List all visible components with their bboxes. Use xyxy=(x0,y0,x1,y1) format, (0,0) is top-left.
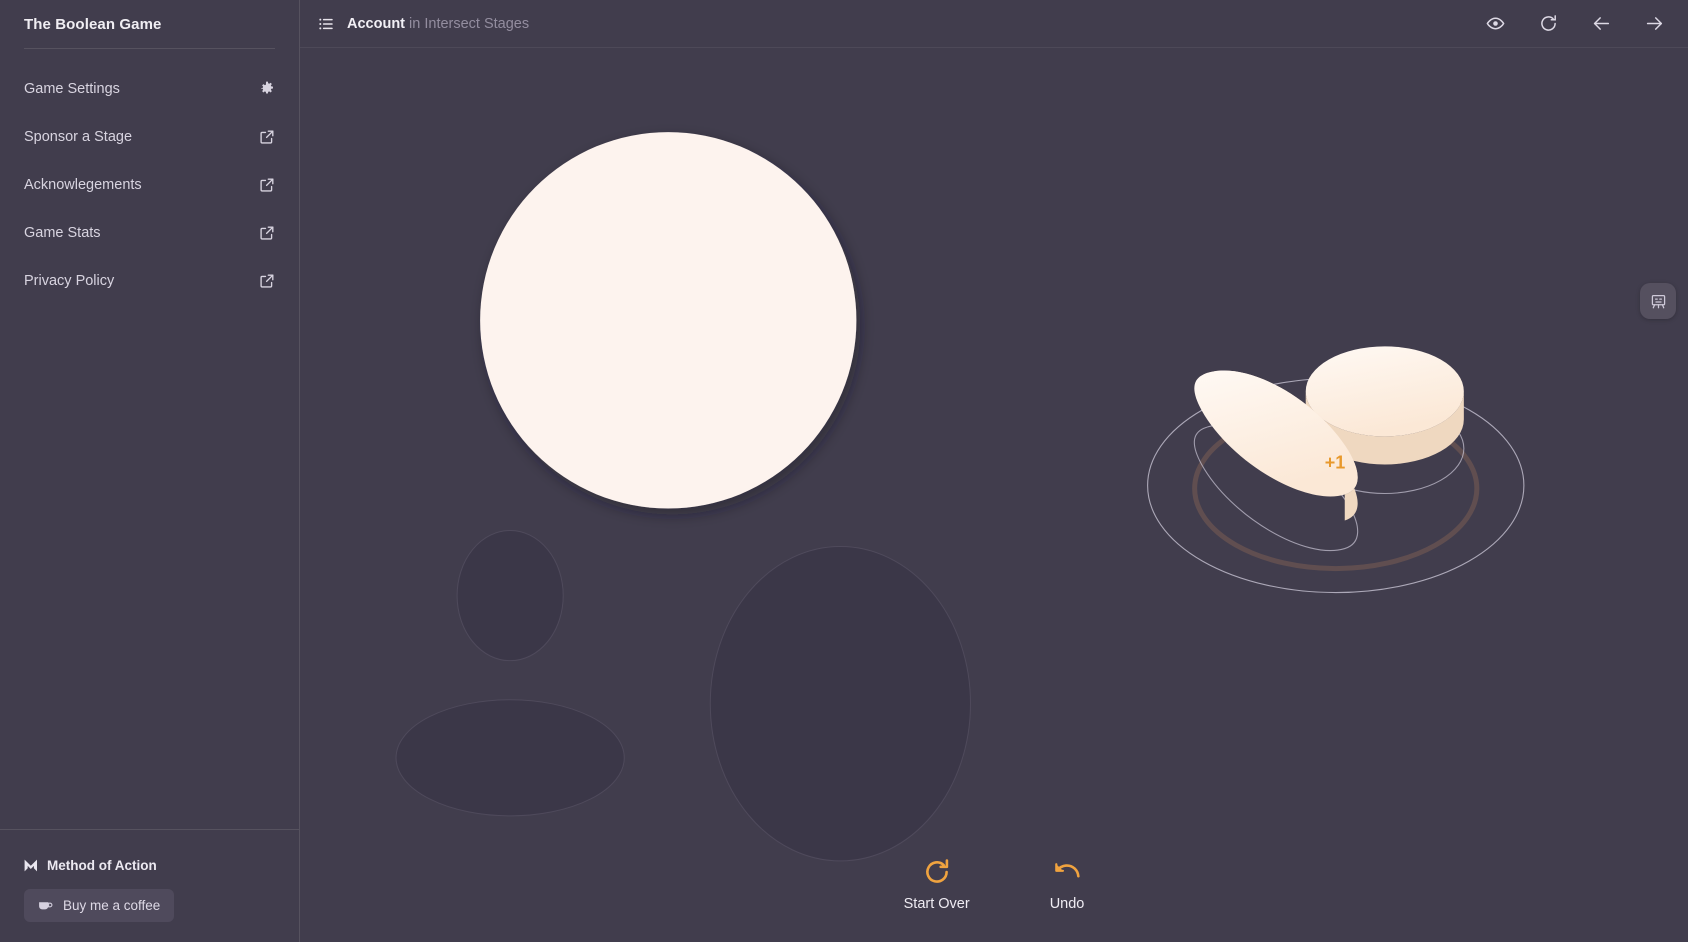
preview-button[interactable] xyxy=(1485,14,1505,34)
external-link-icon xyxy=(259,177,275,193)
undo-arrow-icon xyxy=(1052,857,1082,887)
sidebar: The Boolean Game Game Settings Sponsor a… xyxy=(0,0,300,942)
sidebar-item-label: Acknowlegements xyxy=(24,177,142,193)
operand-small-circle[interactable] xyxy=(456,530,564,662)
buy-me-a-coffee-button[interactable]: Buy me a coffee xyxy=(24,889,175,922)
external-link-icon xyxy=(259,273,275,289)
stage-context: in Intersect Stages xyxy=(409,15,530,32)
sidebar-item-privacy-policy[interactable]: Privacy Policy xyxy=(24,257,275,305)
method-of-action-logo-icon xyxy=(24,859,39,872)
external-link-icon xyxy=(259,225,275,241)
preview-disc-top xyxy=(1305,346,1464,437)
breadcrumb-text: Account in Intersect Stages xyxy=(347,16,529,32)
sidebar-item-label: Game Stats xyxy=(24,225,101,241)
sidebar-item-game-settings[interactable]: Game Settings xyxy=(24,65,275,113)
gear-icon xyxy=(259,81,275,97)
operand-shapes xyxy=(395,530,971,862)
score-badge: +1 xyxy=(1325,452,1346,472)
main-panel: Account in Intersect Stages +1 Start Ove… xyxy=(300,0,1688,942)
sidebar-item-game-stats[interactable]: Game Stats xyxy=(24,209,275,257)
topbar-actions xyxy=(1485,14,1670,34)
start-over-label: Start Over xyxy=(903,896,970,912)
method-of-action-brand[interactable]: Method of Action xyxy=(24,858,275,873)
stage-graphics: +1 xyxy=(395,132,1525,862)
arrow-left-icon xyxy=(1592,14,1611,33)
sidebar-item-label: Game Settings xyxy=(24,81,120,97)
undo-button[interactable]: Undo xyxy=(1044,855,1091,914)
sidebar-item-sponsor-a-stage[interactable]: Sponsor a Stage xyxy=(24,113,275,161)
method-of-action-label: Method of Action xyxy=(47,858,157,873)
sidebar-divider xyxy=(24,48,275,49)
sidebar-nav: Game Settings Sponsor a Stage Acknowlege… xyxy=(0,65,299,305)
robot-icon xyxy=(1649,292,1668,311)
assistant-button[interactable] xyxy=(1640,283,1676,319)
sidebar-header: The Boolean Game xyxy=(0,0,299,65)
arrow-right-icon xyxy=(1645,14,1664,33)
result-preview[interactable]: +1 xyxy=(1147,346,1525,594)
stage-canvas[interactable]: +1 Start Over Undo xyxy=(300,48,1688,942)
app-title: The Boolean Game xyxy=(24,15,162,33)
sidebar-item-acknowlegements[interactable]: Acknowlegements xyxy=(24,161,275,209)
list-icon[interactable] xyxy=(318,16,334,32)
operand-large-circle[interactable] xyxy=(709,546,971,862)
app-root: The Boolean Game Game Settings Sponsor a… xyxy=(0,0,1688,942)
undo-label: Undo xyxy=(1049,896,1085,912)
operand-wide-ellipse[interactable] xyxy=(395,699,625,817)
topbar: Account in Intersect Stages xyxy=(300,0,1688,48)
coffee-cup-icon xyxy=(38,898,53,913)
buy-me-a-coffee-label: Buy me a coffee xyxy=(63,898,161,913)
target-circle[interactable] xyxy=(480,132,857,509)
refresh-icon xyxy=(922,857,952,887)
reset-button[interactable] xyxy=(1538,14,1558,34)
refresh-icon xyxy=(1539,14,1558,33)
sidebar-footer: Method of Action Buy me a coffee xyxy=(0,829,299,942)
stage-name: Account xyxy=(347,15,405,32)
start-over-button[interactable]: Start Over xyxy=(898,855,976,914)
eye-icon xyxy=(1486,14,1505,33)
next-button[interactable] xyxy=(1644,14,1664,34)
sidebar-item-label: Privacy Policy xyxy=(24,273,115,289)
previous-button[interactable] xyxy=(1591,14,1611,34)
sidebar-item-label: Sponsor a Stage xyxy=(24,129,133,145)
external-link-icon xyxy=(259,129,275,145)
breadcrumb: Account in Intersect Stages xyxy=(318,16,529,32)
